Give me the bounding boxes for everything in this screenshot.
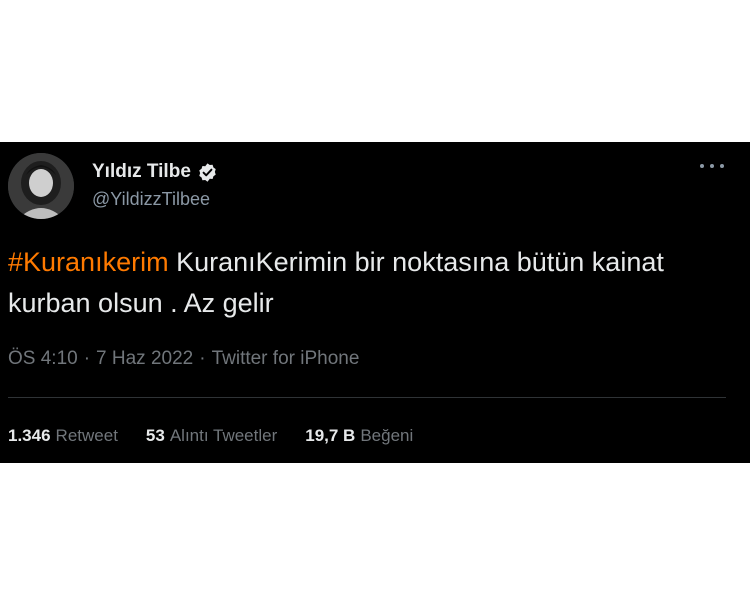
tweet-text: #Kuranıkerim KuranıKerimin bir noktasına… bbox=[8, 242, 728, 324]
more-options-icon[interactable] bbox=[700, 158, 724, 174]
quote-tweets-stat[interactable]: 53 Alıntı Tweetler bbox=[146, 426, 277, 446]
likes-count: 19,7 B bbox=[305, 426, 356, 445]
hashtag-link[interactable]: #Kuranıkerim bbox=[8, 247, 169, 277]
page: Yıldız Tilbe @YildizzTilbee #Kuranıkerim… bbox=[0, 0, 750, 600]
tweet-source[interactable]: Twitter for iPhone bbox=[212, 348, 360, 370]
meta-separator: · bbox=[199, 348, 206, 369]
tweet-time[interactable]: ÖS 4:10 bbox=[8, 348, 78, 370]
tweet-stats: 1.346 Retweet 53 Alıntı Tweetler 19,7 B … bbox=[8, 426, 441, 446]
avatar[interactable] bbox=[8, 153, 74, 219]
author-row: Yıldız Tilbe bbox=[92, 160, 218, 184]
retweet-stat[interactable]: 1.346 Retweet bbox=[8, 426, 118, 446]
quote-tweets-count: 53 bbox=[145, 426, 165, 445]
meta-separator: · bbox=[83, 348, 91, 369]
display-name[interactable]: Yıldız Tilbe bbox=[92, 161, 191, 183]
retweet-count: 1.346 bbox=[8, 426, 51, 445]
verified-badge-icon bbox=[199, 162, 216, 182]
likes-stat[interactable]: 19,7 B Beğeni bbox=[305, 426, 413, 446]
likes-label: Beğeni bbox=[360, 426, 414, 445]
tweet-meta: ÖS 4:10 · 7 Haz 2022 · Twitter for iPhon… bbox=[8, 348, 359, 370]
divider bbox=[8, 397, 726, 398]
username[interactable]: @YildizzTilbee bbox=[92, 189, 210, 210]
tweet-date[interactable]: 7 Haz 2022 bbox=[96, 348, 193, 370]
tweet-card: Yıldız Tilbe @YildizzTilbee #Kuranıkerim… bbox=[0, 142, 750, 463]
retweet-label: Retweet bbox=[55, 426, 118, 445]
quote-tweets-label: Alıntı Tweetler bbox=[169, 426, 278, 445]
